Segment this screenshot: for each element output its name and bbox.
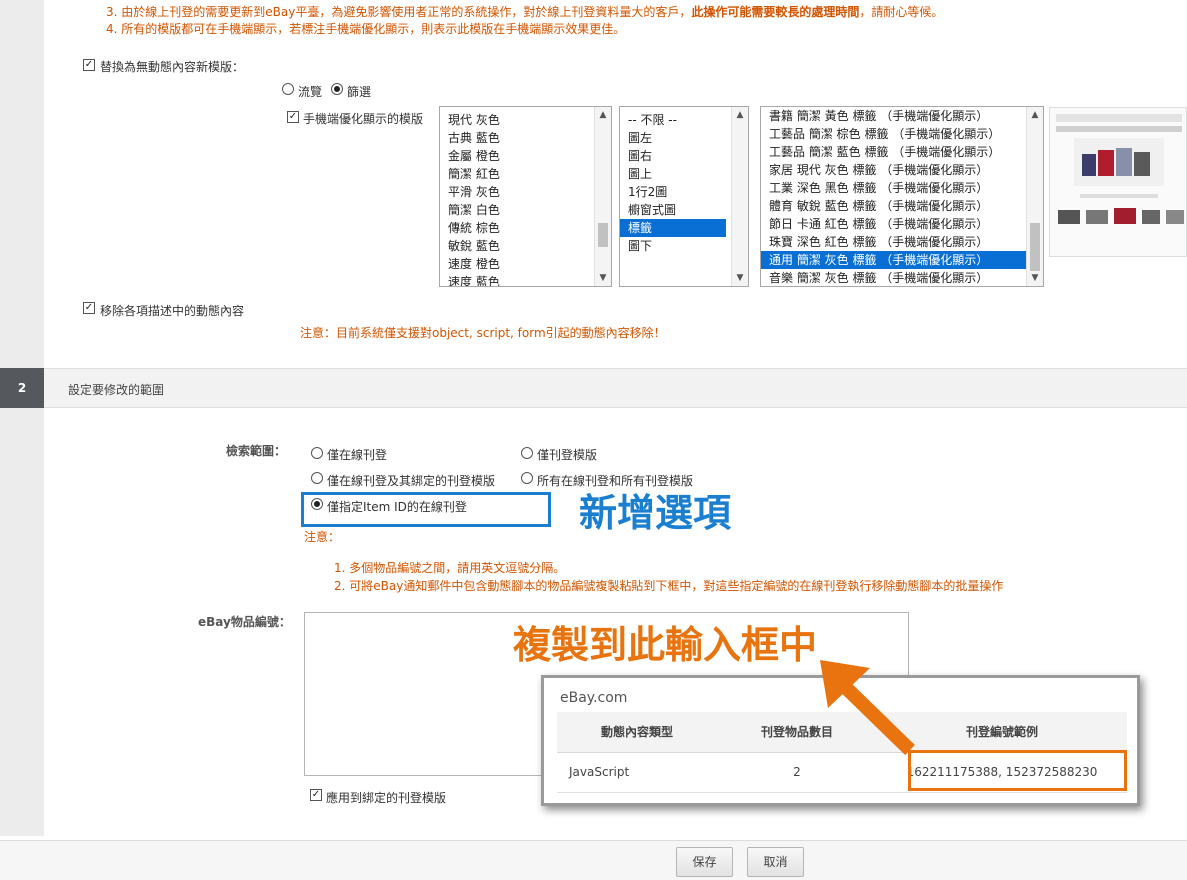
radio-scope-all[interactable] bbox=[521, 472, 533, 484]
table-header: 動態內容類型 bbox=[557, 712, 717, 753]
section-title: 設定要修改的範圍 bbox=[68, 383, 165, 397]
list-item[interactable]: 速度 藍色 bbox=[440, 273, 594, 286]
list-item[interactable]: 古典 藍色 bbox=[440, 129, 594, 147]
layout-list-scrollbar[interactable]: ▲ ▼ bbox=[731, 107, 748, 286]
annotation-highlight-box bbox=[301, 492, 551, 527]
radio-scope-online-bound-label: 僅在線刊登及其綁定的刊登模版 bbox=[327, 474, 496, 488]
left-gutter-top bbox=[0, 0, 44, 368]
radio-scope-online-label: 僅在線刊登 bbox=[327, 448, 388, 462]
radio-browse[interactable] bbox=[282, 83, 294, 95]
section-header bbox=[0, 368, 1187, 408]
template-preview-image bbox=[1049, 107, 1187, 257]
left-gutter-bottom bbox=[0, 408, 44, 836]
cancel-button[interactable]: 取消 bbox=[747, 847, 804, 877]
scope-label: 檢索範圍： bbox=[226, 444, 287, 458]
scroll-thumb[interactable] bbox=[598, 223, 608, 247]
list-item[interactable]: 敏銳 藍色 bbox=[440, 237, 594, 255]
template-listbox[interactable]: 書籍 簡潔 黃色 標籤 （手機端優化顯示） 工藝品 簡潔 棕色 標籤 （手機端優… bbox=[760, 106, 1044, 287]
list-item[interactable]: -- 不限 -- bbox=[620, 111, 726, 129]
radio-filter-label: 篩選 bbox=[347, 85, 372, 99]
list-item[interactable]: 簡潔 白色 bbox=[440, 201, 594, 219]
scroll-down-icon[interactable]: ▼ bbox=[732, 270, 748, 286]
radio-browse-label: 流覽 bbox=[298, 85, 323, 99]
list-item[interactable]: 現代 灰色 bbox=[440, 111, 594, 129]
list-item[interactable]: 1行2圖 bbox=[620, 183, 726, 201]
style-list-scrollbar[interactable]: ▲ ▼ bbox=[594, 107, 611, 286]
notes-item-1: 1. 多個物品編號之間，請用英文逗號分隔。 bbox=[334, 561, 566, 575]
footer-bar bbox=[0, 840, 1187, 880]
annotation-arrow-icon bbox=[820, 660, 915, 756]
scroll-up-icon[interactable]: ▲ bbox=[732, 107, 748, 123]
radio-filter[interactable] bbox=[331, 83, 343, 95]
list-item[interactable]: 體育 敏銳 藍色 標籤 （手機端優化顯示） bbox=[761, 197, 1026, 215]
remove-dynamic-note: 注意：目前系統僅支援對object, script, form引起的動態內容移除… bbox=[300, 326, 666, 340]
replace-template-checkbox[interactable]: ✓ bbox=[83, 59, 95, 71]
remove-dynamic-label: 移除各項描述中的動態內容 bbox=[100, 304, 245, 318]
radio-scope-online-bound[interactable] bbox=[311, 472, 323, 484]
list-item[interactable]: 簡潔 紅色 bbox=[440, 165, 594, 183]
list-item[interactable]: 節日 卡通 紅色 標籤 （手機端優化顯示） bbox=[761, 215, 1026, 233]
radio-scope-template-label: 僅刊登模版 bbox=[537, 448, 598, 462]
list-item[interactable]: 圖左 bbox=[620, 129, 726, 147]
list-item[interactable]: 圖上 bbox=[620, 165, 726, 183]
list-item[interactable]: 珠寶 深色 紅色 標籤 （手機端優化顯示） bbox=[761, 233, 1026, 251]
list-item-selected[interactable]: 通用 簡潔 灰色 標籤 （手機端優化顯示） bbox=[761, 251, 1026, 269]
notes-item-2: 2. 可將eBay通知郵件中包含動態腳本的物品編號複製粘貼到下框中，對這些指定編… bbox=[334, 579, 1004, 593]
scroll-thumb[interactable] bbox=[1030, 223, 1040, 271]
list-item[interactable]: 櫥窗式圖 bbox=[620, 201, 726, 219]
list-item[interactable]: 金屬 橙色 bbox=[440, 147, 594, 165]
list-item-selected[interactable]: 標籤 bbox=[620, 219, 726, 237]
scroll-down-icon[interactable]: ▼ bbox=[1027, 270, 1043, 286]
annotation-new-option: 新增選項 bbox=[579, 491, 732, 535]
table-cell: JavaScript bbox=[557, 752, 717, 793]
style-listbox[interactable]: 現代 灰色 古典 藍色 金屬 橙色 簡潔 紅色 平滑 灰色 簡潔 白色 傳統 棕… bbox=[439, 106, 612, 287]
scroll-up-icon[interactable]: ▲ bbox=[595, 107, 611, 123]
save-button[interactable]: 保存 bbox=[676, 847, 733, 877]
list-item[interactable]: 工業 深色 黑色 標籤 （手機端優化顯示） bbox=[761, 179, 1026, 197]
annotation-copy-here: 複製到此輸入框中 bbox=[513, 623, 818, 667]
remove-dynamic-checkbox[interactable]: ✓ bbox=[83, 302, 95, 314]
apply-bound-label: 應用到綁定的刊登模版 bbox=[326, 791, 447, 805]
note-3: 3. 由於線上刊登的需要更新到eBay平臺，為避免影響使用者正常的系統操作，對於… bbox=[106, 5, 944, 19]
radio-scope-all-label: 所有在線刊登和所有刊登模版 bbox=[537, 474, 694, 488]
radio-scope-template[interactable] bbox=[521, 447, 533, 459]
list-item[interactable]: 音樂 簡潔 灰色 標籤 （手機端優化顯示） bbox=[761, 269, 1026, 286]
list-item[interactable]: 平滑 灰色 bbox=[440, 183, 594, 201]
list-item[interactable]: 工藝品 簡潔 棕色 標籤 （手機端優化顯示） bbox=[761, 125, 1026, 143]
list-item[interactable]: 傳統 棕色 bbox=[440, 219, 594, 237]
section-number: 2 bbox=[0, 368, 44, 408]
scroll-down-icon[interactable]: ▼ bbox=[595, 270, 611, 286]
layout-listbox[interactable]: -- 不限 -- 圖左 圖右 圖上 1行2圖 櫥窗式圖 標籤 圖下 ▲ ▼ bbox=[619, 106, 749, 287]
list-item[interactable]: 書籍 簡潔 黃色 標籤 （手機端優化顯示） bbox=[761, 107, 1026, 125]
item-id-label: eBay物品編號： bbox=[198, 615, 291, 629]
template-list-scrollbar[interactable]: ▲ ▼ bbox=[1026, 107, 1043, 286]
note-4: 4. 所有的模版都可在手機端顯示，若標注手機端優化顯示，則表示此模版在手機端顯示… bbox=[106, 22, 626, 36]
list-item[interactable]: 圖右 bbox=[620, 147, 726, 165]
popup-site: eBay.com bbox=[560, 690, 628, 706]
replace-template-label: 替換為無動態內容新模版： bbox=[100, 60, 245, 74]
list-item[interactable]: 圖下 bbox=[620, 237, 726, 255]
annotation-id-highlight-box bbox=[908, 750, 1127, 791]
list-item[interactable]: 速度 橙色 bbox=[440, 255, 594, 273]
apply-bound-checkbox[interactable]: ✓ bbox=[310, 789, 322, 801]
radio-scope-online[interactable] bbox=[311, 447, 323, 459]
list-item[interactable]: 家居 現代 灰色 標籤 （手機端優化顯示） bbox=[761, 161, 1026, 179]
scroll-up-icon[interactable]: ▲ bbox=[1027, 107, 1043, 123]
list-item[interactable]: 工藝品 簡潔 藍色 標籤 （手機端優化顯示） bbox=[761, 143, 1026, 161]
mobile-optimized-checkbox[interactable]: ✓ bbox=[287, 111, 299, 123]
mobile-optimized-label: 手機端優化顯示的模版 bbox=[303, 112, 424, 126]
notes-title: 注意： bbox=[304, 530, 341, 544]
